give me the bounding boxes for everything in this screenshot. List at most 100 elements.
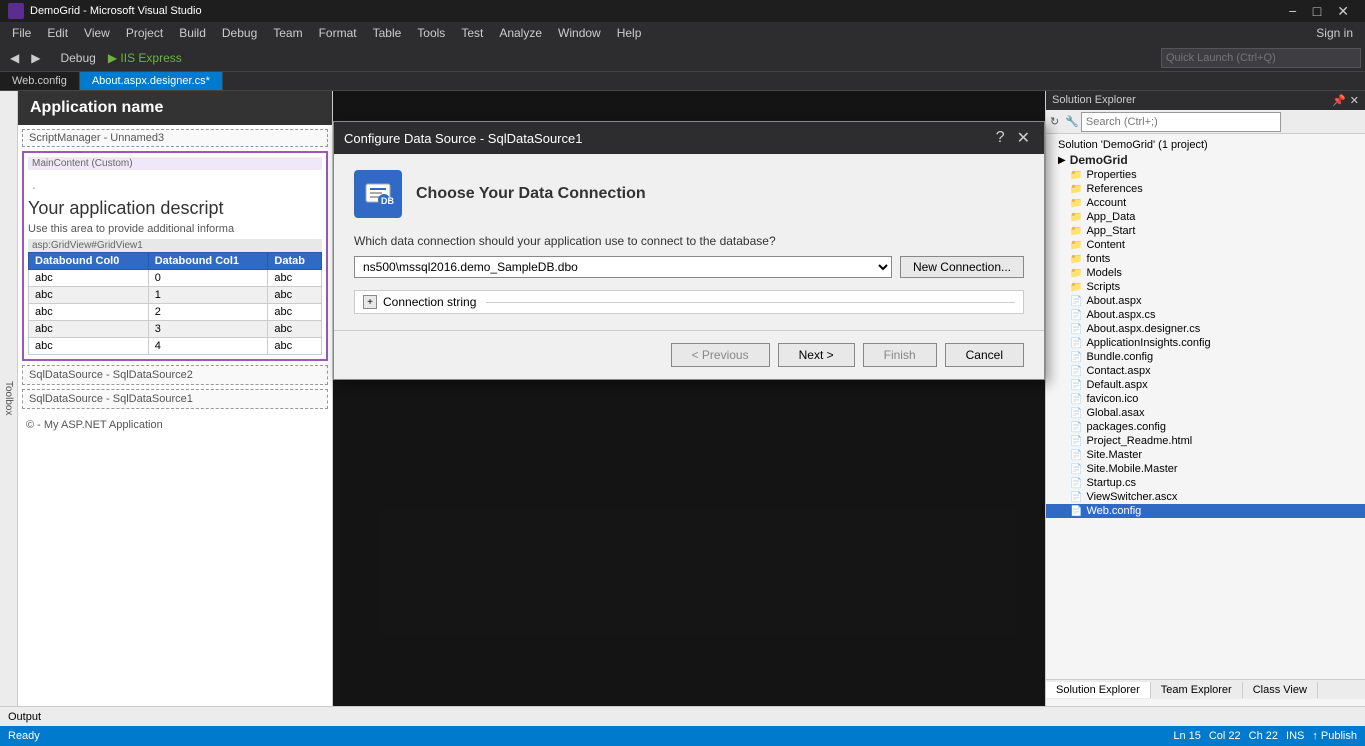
menu-debug[interactable]: Debug	[214, 24, 265, 42]
tree-webconfig[interactable]: 📄Web.config	[1046, 504, 1365, 518]
tree-about-cs[interactable]: 📄About.aspx.cs	[1046, 308, 1365, 322]
tree-fonts[interactable]: 📁fonts	[1046, 252, 1365, 266]
tree-global[interactable]: 📄Global.asax	[1046, 406, 1365, 420]
table-row: abc3abc	[29, 321, 322, 338]
menu-bar: File Edit View Project Build Debug Team …	[0, 22, 1365, 44]
modal-close-button[interactable]: ✕	[1013, 128, 1034, 148]
solution-explorer-tab[interactable]: Solution Explorer	[1046, 682, 1151, 698]
connection-dropdown[interactable]: ns500\mssql2016.demo_SampleDB.dbo	[354, 256, 892, 278]
menu-build[interactable]: Build	[171, 24, 214, 42]
tree-models[interactable]: 📁Models	[1046, 266, 1365, 280]
properties-button[interactable]: 🔧	[1065, 115, 1079, 128]
page-subtitle: Use this area to provide additional info…	[28, 223, 322, 235]
modal-title: Configure Data Source - SqlDataSource1	[344, 131, 582, 146]
tree-appinsights[interactable]: 📄ApplicationInsights.config	[1046, 336, 1365, 350]
tree-startup[interactable]: 📄Startup.cs	[1046, 476, 1365, 490]
viewswitcher-icon: 📄	[1070, 492, 1082, 503]
menu-test[interactable]: Test	[453, 24, 491, 42]
tab-webconfig[interactable]: Web.config	[0, 72, 80, 90]
tree-scripts[interactable]: 📁Scripts	[1046, 280, 1365, 294]
modal-body: DB Choose Your Data Connection Which dat…	[334, 154, 1044, 330]
sqlds1: SqlDataSource - SqlDataSource1	[22, 389, 328, 409]
refresh-button[interactable]: ↻	[1050, 115, 1059, 128]
class-view-tab[interactable]: Class View	[1243, 682, 1318, 698]
tree-sitemaster[interactable]: 📄Site.Master	[1046, 448, 1365, 462]
quick-launch-input[interactable]	[1161, 48, 1361, 68]
next-button[interactable]: Next >	[778, 343, 855, 367]
minimize-button[interactable]: −	[1281, 0, 1305, 22]
webconfig-icon: 📄	[1070, 506, 1082, 517]
file-tabs: Web.config About.aspx.designer.cs*	[0, 72, 1365, 91]
readme-icon: 📄	[1070, 436, 1082, 447]
run-button[interactable]: ▶ IIS Express	[102, 49, 188, 67]
close-button[interactable]: ✕	[1329, 0, 1357, 22]
connection-string-row: + Connection string	[354, 290, 1024, 314]
grid-cell: abc	[268, 287, 322, 304]
about-designer-icon: 📄	[1070, 324, 1082, 335]
tree-bundle[interactable]: 📄Bundle.config	[1046, 350, 1365, 364]
tree-project-label[interactable]: Solution 'DemoGrid' (1 project)	[1046, 138, 1365, 152]
title-bar: DemoGrid - Microsoft Visual Studio − □ ✕	[0, 0, 1365, 22]
menu-file[interactable]: File	[4, 24, 39, 42]
menu-analyze[interactable]: Analyze	[491, 24, 550, 42]
connection-string-label: Connection string	[383, 295, 476, 309]
previous-button[interactable]: < Previous	[671, 343, 770, 367]
menu-view[interactable]: View	[76, 24, 118, 42]
menu-team[interactable]: Team	[265, 24, 310, 42]
tree-default[interactable]: 📄Default.aspx	[1046, 378, 1365, 392]
menu-window[interactable]: Window	[550, 24, 609, 42]
appdata-icon: 📁	[1070, 212, 1082, 223]
menu-project[interactable]: Project	[118, 24, 171, 42]
tab-designer[interactable]: About.aspx.designer.cs*	[80, 72, 223, 90]
cancel-button[interactable]: Cancel	[945, 343, 1024, 367]
tree-sitemobile[interactable]: 📄Site.Mobile.Master	[1046, 462, 1365, 476]
panel-close-button[interactable]: ✕	[1350, 94, 1359, 107]
content-icon: 📁	[1070, 240, 1082, 251]
table-row: abc4abc	[29, 338, 322, 355]
bundle-icon: 📄	[1070, 352, 1082, 363]
menu-tools[interactable]: Tools	[409, 24, 453, 42]
expand-connection-string-button[interactable]: +	[363, 295, 377, 309]
tree-favicon[interactable]: 📄favicon.ico	[1046, 392, 1365, 406]
menu-format[interactable]: Format	[311, 24, 365, 42]
finish-button[interactable]: Finish	[863, 343, 937, 367]
tree-content[interactable]: 📁Content	[1046, 238, 1365, 252]
status-ready: Ready	[8, 730, 40, 742]
content-area: MainContent (Custom) . Your application …	[22, 151, 328, 361]
signin-button[interactable]: Sign in	[1308, 24, 1361, 42]
tree-packages[interactable]: 📄packages.config	[1046, 420, 1365, 434]
publish-button[interactable]: ↑ Publish	[1312, 730, 1357, 742]
status-ins: INS	[1286, 730, 1304, 742]
tree-demogrid[interactable]: ▶ DemoGrid	[1046, 152, 1365, 168]
tree-appdata[interactable]: 📁App_Data	[1046, 210, 1365, 224]
tree-about-designer[interactable]: 📄About.aspx.designer.cs	[1046, 322, 1365, 336]
grid-cell: 3	[148, 321, 268, 338]
modal-help-button[interactable]: ?	[992, 128, 1009, 148]
pin-button[interactable]: 📌	[1332, 94, 1346, 107]
toolbox-strip[interactable]: Toolbox	[0, 91, 18, 706]
appstart-icon: 📁	[1070, 226, 1082, 237]
explorer-tabs: Solution Explorer Team Explorer Class Vi…	[1046, 679, 1365, 699]
forward-button[interactable]: ▶	[25, 49, 46, 67]
tree-account[interactable]: 📁Account	[1046, 196, 1365, 210]
menu-table[interactable]: Table	[365, 24, 410, 42]
grid-table: Databound Col0 Databound Col1 Datab abc0…	[28, 252, 322, 355]
tree-about-aspx[interactable]: 📄About.aspx	[1046, 294, 1365, 308]
menu-help[interactable]: Help	[609, 24, 650, 42]
tree-properties[interactable]: 📁Properties	[1046, 168, 1365, 182]
tree-contact[interactable]: 📄Contact.aspx	[1046, 364, 1365, 378]
tree-appstart[interactable]: 📁App_Start	[1046, 224, 1365, 238]
configure-datasource-modal: Configure Data Source - SqlDataSource1 ?…	[333, 121, 1045, 380]
back-button[interactable]: ◀	[4, 49, 25, 67]
sitemaster-icon: 📄	[1070, 450, 1082, 461]
maximize-button[interactable]: □	[1305, 0, 1329, 22]
team-explorer-tab[interactable]: Team Explorer	[1151, 682, 1243, 698]
tree-references[interactable]: 📁References	[1046, 182, 1365, 196]
tree-readme[interactable]: 📄Project_Readme.html	[1046, 434, 1365, 448]
menu-edit[interactable]: Edit	[39, 24, 76, 42]
solution-explorer-header: Solution Explorer 📌 ✕	[1046, 91, 1365, 110]
modal-footer: < Previous Next > Finish Cancel	[334, 330, 1044, 379]
new-connection-button[interactable]: New Connection...	[900, 256, 1024, 278]
tree-viewswitcher[interactable]: 📄ViewSwitcher.ascx	[1046, 490, 1365, 504]
solution-search-input[interactable]	[1081, 112, 1281, 132]
